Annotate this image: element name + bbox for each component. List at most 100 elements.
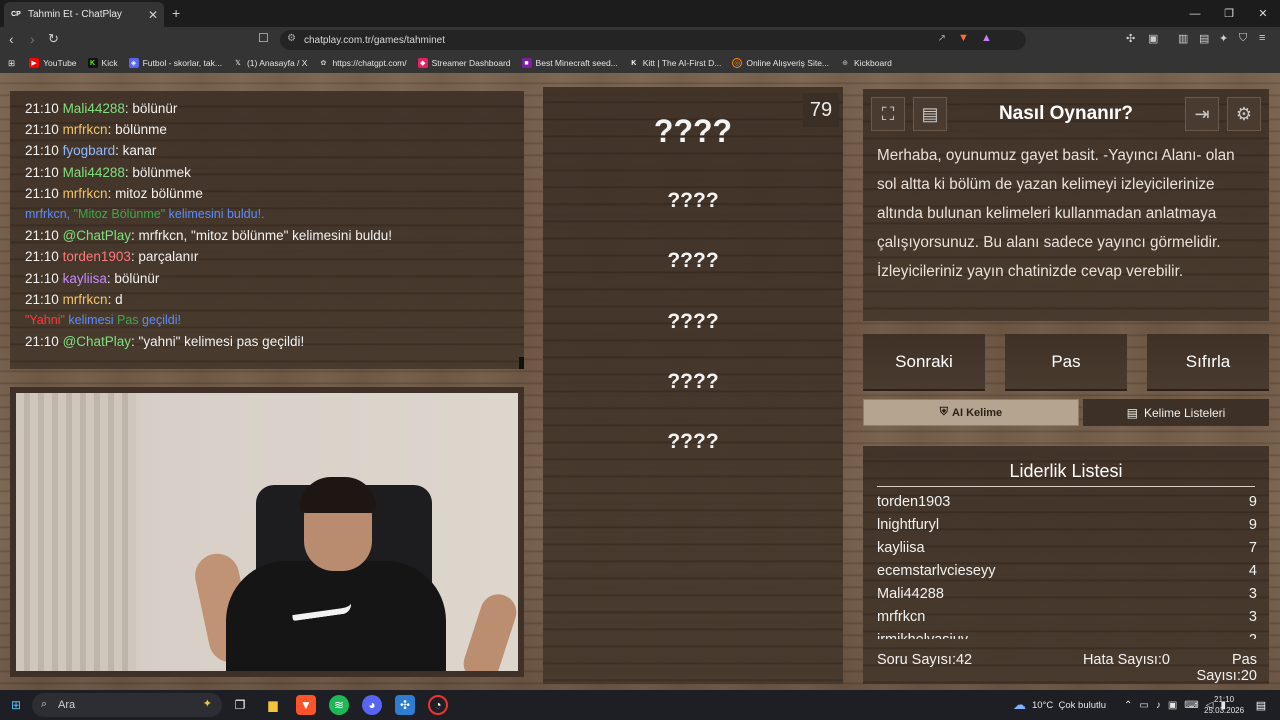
chatplay-favicon-icon: CP xyxy=(10,8,22,21)
chat-line: 21:10 @ChatPlay: "yahni" kelimesi pas ge… xyxy=(25,334,305,350)
kick-icon: K xyxy=(87,58,98,68)
brave-browser-icon[interactable]: ▼ xyxy=(296,695,316,715)
chat-line: 21:10 kayliisa: bölünür xyxy=(25,270,160,286)
chat-line: 21:10 torden1903: parçalanır xyxy=(25,249,199,265)
network-icon[interactable]: ⌨ xyxy=(1184,700,1198,711)
close-tab-icon[interactable]: ✕ xyxy=(148,8,158,22)
chat-line: 21:10 Mali44288: bölünür xyxy=(25,101,178,116)
x-icon: 𝕏 xyxy=(235,60,241,67)
taskbar-search[interactable]: ⌕ Ara ✦ xyxy=(32,693,222,717)
new-tab-icon[interactable]: + xyxy=(172,5,180,21)
minecraft-icon: ■ xyxy=(521,58,532,68)
discord-icon[interactable]: ◕ xyxy=(362,695,382,715)
how-to-play-text: Merhaba, oyunumuz gayet basit. -Yayıncı … xyxy=(877,147,1235,280)
weather-widget[interactable]: ☁ 10°C Çok bulutlu xyxy=(1013,690,1106,720)
ai-word-button[interactable]: ⛨ AI Kelime xyxy=(863,399,1079,426)
task-view-icon[interactable]: ❐ xyxy=(230,695,250,715)
tab-title: Tahmin Et - ChatPlay xyxy=(28,9,122,20)
bookmark-streamer-dashboard[interactable]: ◆ Streamer Dashboard xyxy=(417,58,511,68)
bookmark-chatgpt[interactable]: ✿ https://chatgpt.com/ xyxy=(318,58,407,68)
brave-rewards-icon[interactable]: ▲ xyxy=(981,32,992,44)
forbidden-word: ???? xyxy=(667,430,719,453)
site-info-icon[interactable]: ⚙ xyxy=(287,33,296,44)
clock[interactable]: 21:10 25.03.2026 xyxy=(1204,690,1244,720)
word-card: 79 ???? ???? ???? ???? ???? ???? xyxy=(543,87,843,684)
minimize-icon[interactable]: — xyxy=(1178,0,1212,27)
extensions-icon[interactable]: ✣ xyxy=(1126,32,1135,45)
windows-start-icon[interactable]: ⊞ xyxy=(6,695,26,715)
streamer-icon: ◆ xyxy=(417,58,428,68)
leaderboard-row: kayliisa 7 xyxy=(877,540,1257,556)
bookmark-futbol[interactable]: ◈ Futbol - skorlar, tak... xyxy=(128,58,222,68)
chat-line: 21:10 mrfrkcn: bölünme xyxy=(25,122,167,138)
app-icon[interactable]: ✣ xyxy=(395,695,415,715)
obs-icon[interactable]: ◔ xyxy=(428,695,448,715)
kickboard-icon: ⊕ xyxy=(842,60,848,67)
chat-line: 21:10 mrfrkcn: mitoz bölünme xyxy=(25,185,203,201)
microphone-icon[interactable]: ♪ xyxy=(1156,700,1161,711)
bookmark-kick[interactable]: K Kick xyxy=(87,58,118,68)
leaderboard-row: mrfrkcn 3 xyxy=(877,609,1257,625)
forward-icon[interactable]: › xyxy=(30,31,35,47)
bookmark-youtube[interactable]: ▶ YouTube xyxy=(29,58,77,68)
notifications-icon[interactable]: ▤ xyxy=(1251,695,1271,715)
chat-line: 21:10 Mali44288: bölünmek xyxy=(25,164,191,180)
main-word: ???? xyxy=(653,113,733,149)
webcam-person-hair xyxy=(300,477,376,513)
chatgpt-icon: ✿ xyxy=(320,60,327,67)
settings-gear-icon[interactable]: ⚙ xyxy=(1227,97,1261,131)
leaderboard-panel: Liderlik Listesi torden1903 9 lnightfuryl… xyxy=(863,446,1269,684)
forbidden-word: ???? xyxy=(667,310,719,333)
bookmark-icon[interactable]: ☐ xyxy=(258,31,269,45)
chat-system-message: mrfrkcn, "Mitoz Bölünme" kelimesini buld… xyxy=(25,206,265,221)
exit-icon[interactable]: ⇥ xyxy=(1185,97,1219,131)
media-icon[interactable]: ▣ xyxy=(1148,32,1158,45)
apps-icon[interactable]: ⊞ xyxy=(8,58,15,69)
bookmark-kitt[interactable]: K Kitt | The AI-First D... xyxy=(629,58,721,68)
robot-icon: ⛨ xyxy=(939,406,949,418)
webcam-person-arm xyxy=(458,589,518,671)
bookmark-x[interactable]: 𝕏 (1) Anasayfa / X xyxy=(233,58,307,68)
share-icon[interactable]: ↗ xyxy=(938,33,946,44)
futbol-icon: ◈ xyxy=(128,58,139,68)
forbidden-word: ???? xyxy=(667,370,719,393)
cloudy-weather-icon: ☁ xyxy=(1013,697,1026,712)
onedrive-icon[interactable]: ▭ xyxy=(1139,700,1148,711)
restore-icon[interactable]: ❐ xyxy=(1212,0,1246,27)
bookmark-online-shop[interactable]: ◎ Online Alışveriş Site... xyxy=(732,58,829,68)
bookmark-minecraft[interactable]: ■ Best Minecraft seed... xyxy=(521,58,618,68)
address-toolbar: ‹ › ↻ ☐ ⚙ chatplay.com.tr/games/tahminet… xyxy=(0,27,1280,53)
windows-taskbar: ⊞ ⌕ Ara ✦ ❐ ▆ ▼ ≋ ◕ ✣ ◔ ☁ 10°C Çok bulut… xyxy=(0,690,1280,720)
menu-icon[interactable]: ≡ xyxy=(1259,32,1265,44)
back-icon[interactable]: ‹ xyxy=(9,31,14,47)
display-icon[interactable]: ▣ xyxy=(1168,700,1177,711)
leo-icon[interactable]: ✦ xyxy=(1219,32,1228,45)
brave-shields-icon[interactable]: ▼ xyxy=(958,32,969,44)
list-icon: ▤ xyxy=(1126,405,1138,420)
sidebar-icon[interactable]: ▥ xyxy=(1178,32,1188,45)
close-window-icon[interactable]: ✕ xyxy=(1246,0,1280,27)
chat-scrollbar[interactable] xyxy=(519,357,524,369)
wallet-icon[interactable]: ▤ xyxy=(1199,32,1209,45)
reset-button[interactable]: Sıfırla xyxy=(1147,334,1269,391)
bookmarks-bar: ⊞ ▶ YouTube K Kick ◈ Futbol - skorlar, tak.… xyxy=(0,53,1280,73)
bookmark-kickboard[interactable]: ⊕ Kickboard xyxy=(840,58,892,68)
window-controls: — ❐ ✕ xyxy=(1178,0,1280,27)
pass-button[interactable]: Pas xyxy=(1005,334,1127,391)
chat-system-message: "Yahni" kelimesi Pas geçildi! xyxy=(25,312,181,327)
kitt-icon: K xyxy=(631,59,637,67)
url-bar[interactable]: ⚙ chatplay.com.tr/games/tahminet ↗ xyxy=(280,30,1026,50)
leaderboard-row: Mali44288 3 xyxy=(877,586,1257,602)
next-button[interactable]: Sonraki xyxy=(863,334,985,391)
word-lists-button[interactable]: ▤ Kelime Listeleri xyxy=(1083,399,1269,426)
url-text: chatplay.com.tr/games/tahminet xyxy=(304,34,445,46)
webcam-person-body xyxy=(226,561,446,671)
chevron-up-icon[interactable]: ⌃ xyxy=(1124,700,1132,711)
browser-tab[interactable]: CP Tahmin Et - ChatPlay ✕ xyxy=(4,2,164,27)
vpn-icon[interactable]: ⛉ xyxy=(1239,32,1247,45)
forbidden-word: ???? xyxy=(667,189,719,212)
leaderboard-divider xyxy=(877,486,1255,487)
reload-icon[interactable]: ↻ xyxy=(48,31,59,47)
spotify-icon[interactable]: ≋ xyxy=(329,695,349,715)
file-explorer-icon[interactable]: ▆ xyxy=(263,695,283,715)
